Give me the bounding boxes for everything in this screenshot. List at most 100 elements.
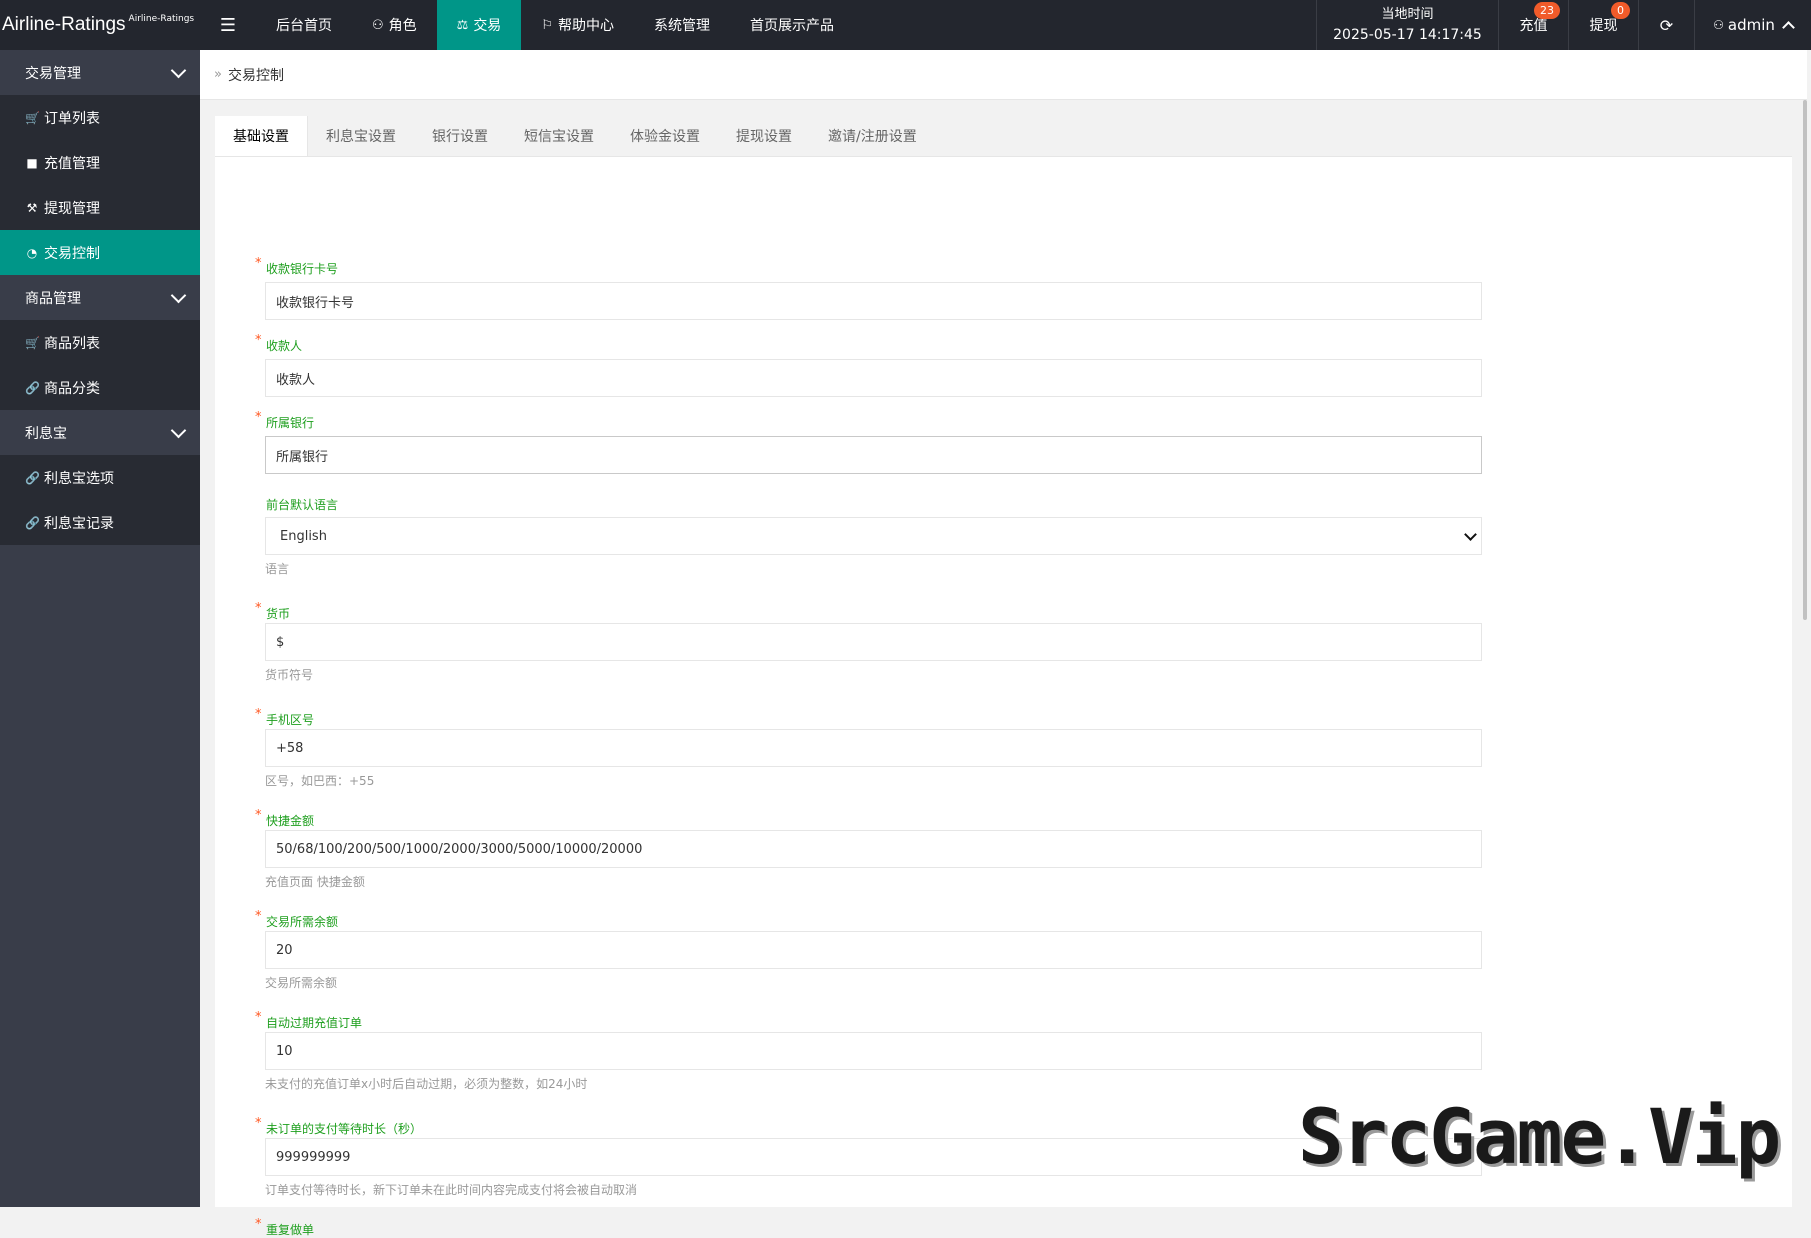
field-hint: 订单支付等待时长，新下订单未在此时间内容完成支付将会被自动取消 [265, 1183, 638, 1197]
sidebar-item-withdraw[interactable]: ⚒ 提现管理 [0, 185, 200, 230]
tab-trial[interactable]: 体验金设置 [612, 116, 718, 156]
tab-bank[interactable]: 银行设置 [414, 116, 506, 156]
currency-input[interactable]: $ [265, 623, 1482, 661]
field-hint: 交易所需余额 [265, 976, 338, 990]
withdraw-button[interactable]: 提现 0 [1568, 0, 1638, 50]
field-label: 未订单的支付等待时长（秒） [266, 1122, 423, 1136]
link-icon: 🔗 [25, 470, 40, 485]
settings-panel: 基础设置 利息宝设置 银行设置 短信宝设置 体验金设置 提现设置 邀请/注册设置… [215, 116, 1792, 1237]
field-label: 收款人 [266, 339, 303, 353]
nav-label: 系统管理 [653, 18, 710, 34]
tab-label: 利息宝设置 [326, 129, 396, 145]
menu-toggle-icon[interactable]: ☰ [200, 0, 256, 50]
sidebar-item-interest-records[interactable]: 🔗 利息宝记录 [0, 500, 200, 545]
field-label: 手机区号 [266, 713, 315, 727]
field-hint: 货币符号 [265, 668, 314, 682]
field-hint: 区号，如巴西：+55 [265, 774, 375, 788]
recharge-button[interactable]: 充值 23 [1498, 0, 1568, 50]
nav-label: 首页展示产品 [749, 18, 834, 34]
tab-withdraw[interactable]: 提现设置 [718, 116, 810, 156]
user-icon: ⚇ [1713, 18, 1724, 32]
tab-label: 提现设置 [736, 129, 792, 145]
nav-label: 后台首页 [276, 18, 332, 34]
field-label: 收款银行卡号 [266, 262, 339, 276]
sidebar-group-goods[interactable]: 商品管理 [0, 275, 200, 320]
sidebar-item-trade-control[interactable]: ◔ 交易控制 [0, 230, 200, 275]
sidebar-group-label: 交易管理 [25, 65, 81, 82]
tab-basic[interactable]: 基础设置 [215, 116, 308, 156]
cart-icon: 🛒 [25, 110, 40, 125]
input-value: 收款银行卡号 [276, 295, 355, 311]
user-name: admin [1727, 16, 1775, 34]
select-value: English [280, 528, 327, 544]
nav-item-system[interactable]: 系统管理 [634, 0, 730, 50]
input-value: 10 [276, 1043, 293, 1059]
sidebar-group-label: 商品管理 [25, 290, 81, 307]
page-scrollbar[interactable] [1803, 100, 1807, 620]
required-mark: * [255, 1010, 262, 1025]
nav-label: 角色 [388, 18, 417, 34]
sidebar-group-interest[interactable]: 利息宝 [0, 410, 200, 455]
gavel-icon: ⚒ [26, 200, 38, 215]
sidebar-group-label: 利息宝 [25, 425, 67, 442]
field-label: 重复做单 [266, 1223, 315, 1237]
sidebar-group-trade[interactable]: 交易管理 [0, 50, 200, 95]
chevron-down-icon [170, 62, 187, 78]
sidebar-item-goods-category[interactable]: 🔗 商品分类 [0, 365, 200, 410]
required-mark: * [255, 410, 262, 425]
breadcrumb-current: 交易控制 [227, 67, 284, 84]
field-label: 快捷金额 [266, 814, 315, 828]
required-mark: * [255, 707, 262, 722]
field-label: 交易所需余额 [266, 915, 339, 929]
withdraw-label: 提现 [1589, 18, 1618, 34]
input-value: 999999999 [276, 1149, 351, 1165]
phone-area-code-input[interactable]: +58 [265, 729, 1482, 767]
required-mark: * [255, 909, 262, 924]
required-balance-input[interactable]: 20 [265, 931, 1482, 969]
tab-interest[interactable]: 利息宝设置 [308, 116, 414, 156]
required-mark: * [255, 1217, 262, 1232]
field-label: 所属银行 [266, 416, 315, 430]
auto-expire-input[interactable]: 10 [265, 1032, 1482, 1070]
refresh-icon[interactable]: ⟳ [1638, 0, 1694, 50]
sidebar-item-label: 商品分类 [44, 380, 100, 397]
nav-item-help[interactable]: ⚐ 帮助中心 [521, 0, 634, 50]
link-icon: 🔗 [25, 515, 40, 530]
sidebar-item-goods-list[interactable]: 🛒 商品列表 [0, 320, 200, 365]
bank-card-input[interactable]: 收款银行卡号 [265, 282, 1482, 320]
default-language-select[interactable]: English [265, 517, 1482, 555]
sidebar-item-label: 利息宝选项 [44, 470, 114, 487]
sidebar-item-label: 商品列表 [44, 335, 100, 352]
sidebar-item-interest-options[interactable]: 🔗 利息宝选项 [0, 455, 200, 500]
sidebar-item-orders[interactable]: 🛒 订单列表 [0, 95, 200, 140]
quick-amount-input[interactable]: 50/68/100/200/500/1000/2000/3000/5000/10… [265, 830, 1482, 868]
nav-item-role[interactable]: ⚇ 角色 [352, 0, 437, 50]
top-nav: 后台首页 ⚇ 角色 ⚖ 交易 ⚐ 帮助中心 系统管理 首页展示产品 [256, 0, 854, 50]
nav-item-products[interactable]: 首页展示产品 [730, 0, 854, 50]
nav-item-trade[interactable]: ⚖ 交易 [436, 0, 522, 50]
input-value: 收款人 [276, 372, 316, 388]
field-label: 前台默认语言 [266, 498, 339, 512]
comment-icon: ■ [26, 155, 38, 170]
bank-name-input[interactable]: 所属银行 [265, 436, 1482, 474]
double-chevron-right-icon: » [214, 67, 222, 82]
nav-item-home[interactable]: 后台首页 [256, 0, 352, 50]
tab-invite[interactable]: 邀请/注册设置 [810, 116, 935, 156]
tab-label: 体验金设置 [630, 129, 700, 145]
sidebar-item-label: 交易控制 [44, 245, 100, 262]
watermark: SrcGame.Vip [1298, 1092, 1781, 1181]
payee-input[interactable]: 收款人 [265, 359, 1482, 397]
sidebar-item-label: 提现管理 [44, 200, 100, 217]
nav-label: 交易 [473, 18, 502, 34]
user-menu[interactable]: ⚇ admin [1694, 0, 1811, 50]
sidebar-item-recharge[interactable]: ■ 充值管理 [0, 140, 200, 185]
local-time-value: 2025-05-17 14:17:45 [1333, 27, 1482, 43]
tab-sms[interactable]: 短信宝设置 [506, 116, 612, 156]
link-icon: 🔗 [25, 380, 40, 395]
field-label: 货币 [266, 607, 291, 621]
field-hint: 充值页面 快捷金额 [265, 875, 365, 889]
brand-logo[interactable]: Airline-Ratings Airline-Ratings [0, 0, 200, 50]
required-mark: * [255, 808, 262, 823]
user-icon: ⚇ [372, 17, 384, 33]
top-bar: Airline-Ratings Airline-Ratings ☰ 后台首页 ⚇… [0, 0, 1811, 50]
